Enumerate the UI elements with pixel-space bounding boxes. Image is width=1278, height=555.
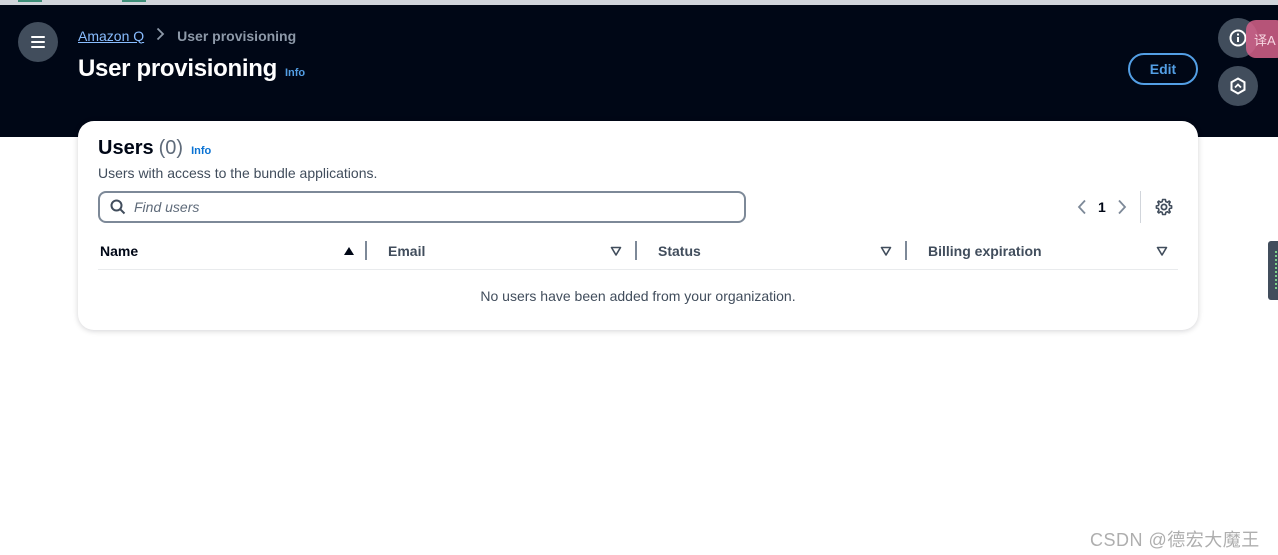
breadcrumb-current: User provisioning	[177, 27, 297, 44]
search-box[interactable]	[98, 191, 746, 223]
menu-button[interactable]	[18, 22, 58, 62]
users-panel-header: Users (0) Info	[98, 137, 211, 160]
users-panel: Users (0) Info Users with access to the …	[78, 121, 1198, 330]
column-header-name[interactable]: Name	[100, 236, 356, 266]
caret-up-filled-icon	[344, 247, 354, 255]
page-title-row: User provisioning Info	[78, 55, 305, 83]
column-header-email[interactable]: Email	[388, 236, 624, 266]
menu-icon	[31, 41, 45, 43]
page-header: Amazon Q User provisioning User provisio…	[0, 5, 1278, 137]
users-info-link[interactable]: Info	[191, 145, 211, 157]
hexagon-icon	[1230, 77, 1246, 95]
chevron-left-icon	[1077, 199, 1086, 215]
page-title: User provisioning	[78, 55, 277, 82]
info-circle-icon	[1229, 29, 1247, 47]
column-header-billing-expiration[interactable]: Billing expiration	[928, 236, 1178, 266]
tab-indicator	[18, 0, 42, 2]
side-scroll-handle[interactable]	[1268, 241, 1278, 300]
column-label: Status	[658, 243, 701, 259]
empty-state-message: No users have been added from your organ…	[480, 288, 796, 304]
security-panel-button[interactable]	[1218, 66, 1258, 106]
scroll-grip	[1275, 251, 1277, 291]
gear-icon	[1155, 198, 1173, 216]
previous-page-button[interactable]	[1072, 197, 1092, 217]
chevron-right-icon	[1118, 199, 1127, 215]
column-resizer[interactable]	[635, 241, 637, 260]
caret-down-outline-icon	[880, 246, 892, 256]
breadcrumb: Amazon Q User provisioning	[78, 27, 296, 44]
translate-button[interactable]: 译A	[1246, 20, 1278, 58]
users-description: Users with access to the bundle applicat…	[98, 165, 378, 181]
translate-icon: 译A	[1254, 32, 1276, 48]
next-page-button[interactable]	[1112, 197, 1132, 217]
chevron-right-icon	[156, 27, 165, 44]
users-table-header: Name Email Status Billing expiration	[98, 236, 1178, 270]
table-preferences-button[interactable]	[1153, 196, 1175, 218]
search-icon	[110, 199, 126, 215]
column-label: Billing expiration	[928, 243, 1042, 259]
column-label: Email	[388, 243, 426, 259]
breadcrumb-amazon-q-link[interactable]: Amazon Q	[78, 28, 144, 44]
pagination: 1	[1072, 197, 1132, 217]
caret-down-outline-icon	[1156, 246, 1168, 256]
header-info-link[interactable]: Info	[285, 67, 305, 79]
edit-button[interactable]: Edit	[1128, 53, 1198, 85]
watermark: CSDN @德宏大魔王	[1090, 530, 1260, 550]
search-input[interactable]	[134, 199, 714, 215]
caret-down-outline-icon	[610, 246, 622, 256]
pagination-divider	[1140, 191, 1141, 223]
column-resizer[interactable]	[905, 241, 907, 260]
tab-indicator	[122, 0, 146, 2]
current-page-number[interactable]: 1	[1098, 199, 1106, 215]
column-label: Name	[100, 243, 139, 259]
users-title: Users	[98, 137, 154, 159]
users-count: (0)	[158, 137, 184, 159]
column-header-status[interactable]: Status	[658, 236, 894, 266]
column-resizer[interactable]	[365, 241, 367, 260]
